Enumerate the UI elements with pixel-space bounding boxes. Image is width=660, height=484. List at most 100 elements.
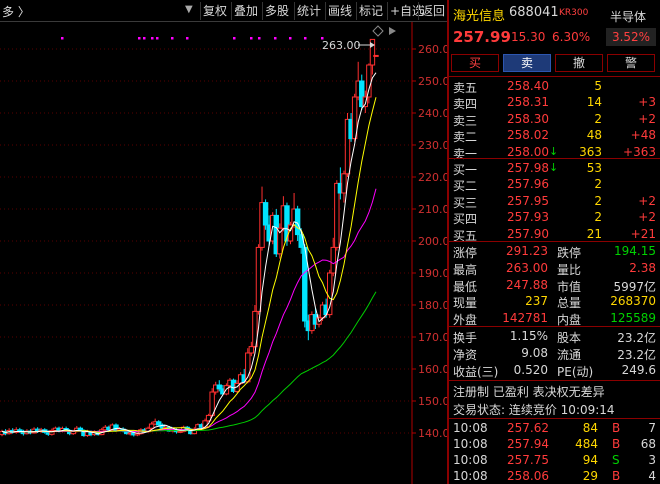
high-annotation: 263.00 bbox=[322, 39, 361, 52]
stat-value: 268370 bbox=[610, 294, 656, 309]
ask-row[interactable]: 卖二 258.02 48 +48 bbox=[449, 127, 660, 144]
adjust-button[interactable]: 复权 bbox=[200, 2, 229, 20]
last-price: 257.99 bbox=[453, 28, 511, 46]
candle-up[interactable] bbox=[330, 246, 336, 274]
multi-stock-button[interactable]: 多股 bbox=[262, 2, 291, 20]
level-price: 257.96 bbox=[507, 177, 549, 192]
stat-value: 263.00 bbox=[506, 260, 548, 275]
stat-row: 最低 247.88 市值 5997亿 bbox=[449, 277, 660, 294]
divider bbox=[449, 326, 660, 327]
stat-value: 5997亿 bbox=[613, 279, 656, 294]
level-volume: 2 bbox=[594, 193, 602, 208]
event-marker[interactable] bbox=[143, 37, 146, 40]
candle-up[interactable] bbox=[373, 54, 379, 57]
tick-time: 10:08 bbox=[453, 469, 488, 483]
price-change: 15.30 bbox=[511, 30, 546, 44]
event-marker[interactable] bbox=[138, 37, 141, 40]
candle-up[interactable] bbox=[366, 64, 372, 98]
kline-chart[interactable]: 140.00 150.0 160.0 170.0 180.0 190.0 200.0 210.… bbox=[0, 22, 448, 484]
stat-value: 291.23 bbox=[506, 244, 548, 258]
tick-price: 257.62 bbox=[507, 421, 549, 435]
event-marker[interactable] bbox=[171, 37, 174, 40]
price-tick-label: 200.0 bbox=[418, 235, 448, 248]
sector-label[interactable]: 半导体 bbox=[610, 8, 646, 25]
event-marker[interactable] bbox=[274, 37, 277, 40]
event-marker[interactable] bbox=[151, 37, 154, 40]
price-tick-label: 160.0 bbox=[418, 363, 448, 376]
bid-row[interactable]: 买四 257.93 2 +2 bbox=[449, 209, 660, 226]
event-marker[interactable] bbox=[304, 37, 307, 40]
event-marker[interactable] bbox=[250, 37, 253, 40]
candle-up[interactable] bbox=[202, 420, 208, 428]
stat-row: 换手 1.15% 股本 23.2亿 bbox=[449, 328, 660, 345]
level-delta: +2 bbox=[638, 193, 656, 208]
stat-label: 最高 bbox=[453, 262, 478, 277]
event-marker[interactable] bbox=[289, 37, 292, 40]
collapse-icon[interactable] bbox=[389, 27, 396, 35]
candle-up[interactable] bbox=[326, 272, 333, 316]
kline-canvas[interactable]: 140.00 150.0 160.0 170.0 180.0 190.0 200.0 210.… bbox=[0, 22, 448, 484]
divider bbox=[449, 76, 660, 77]
price-tick-label: 240.0 bbox=[418, 107, 448, 120]
tick-time: 10:08 bbox=[453, 453, 488, 467]
candle-up[interactable] bbox=[148, 423, 155, 429]
level-price: 257.95 bbox=[507, 193, 549, 208]
bid-row[interactable]: 买一 257.98 ↓ 53 bbox=[449, 160, 660, 177]
candle-up[interactable] bbox=[341, 173, 347, 194]
stat-row: 外盘 142781 内盘 125589 bbox=[449, 310, 660, 327]
candle-down[interactable] bbox=[216, 384, 222, 390]
price-tick-label: 210.0 bbox=[418, 203, 448, 216]
chevron-down-icon[interactable]: ▼ bbox=[185, 4, 195, 16]
price-axis: 140.00 150.0 160.0 170.0 180.0 190.0 200.0 210.… bbox=[411, 22, 448, 484]
level-volume: 14 bbox=[586, 95, 602, 110]
overlay-button[interactable]: 叠加 bbox=[231, 2, 260, 20]
chart-grid bbox=[0, 48, 412, 434]
ask-row[interactable]: 卖三 258.30 2 +2 bbox=[449, 111, 660, 128]
price-tick-label: 190.0 bbox=[418, 267, 448, 280]
tick-time: 10:08 bbox=[453, 437, 488, 451]
sector-change-pct: 3.52% bbox=[606, 28, 656, 46]
candle-down[interactable] bbox=[262, 202, 269, 226]
level-price: 258.00 bbox=[507, 144, 549, 159]
candle-up[interactable] bbox=[255, 246, 262, 312]
price-tick-label: 220.0 bbox=[418, 171, 448, 184]
draw-line-button[interactable]: 画线 bbox=[325, 2, 354, 20]
buy-button[interactable]: 买 bbox=[451, 54, 499, 72]
event-marker[interactable] bbox=[258, 37, 261, 40]
alert-button[interactable]: 警 bbox=[607, 54, 655, 72]
candlesticks bbox=[0, 38, 379, 437]
sell-button[interactable]: 卖 bbox=[503, 54, 551, 72]
ask-row[interactable]: 卖五 258.40 5 bbox=[449, 78, 660, 95]
period-selector[interactable]: 多 〉 bbox=[2, 3, 30, 20]
tick-volume: 484 bbox=[575, 437, 598, 451]
stock-code: 688041 bbox=[509, 5, 559, 20]
event-marker[interactable] bbox=[186, 37, 189, 40]
cancel-order-button[interactable]: 撤 bbox=[555, 54, 603, 72]
event-marker[interactable] bbox=[61, 37, 64, 40]
event-marker[interactable] bbox=[233, 37, 236, 40]
statistics-button[interactable]: 统计 bbox=[294, 2, 323, 20]
stat-value: 23.2亿 bbox=[617, 347, 656, 362]
stat-value: 125589 bbox=[610, 311, 656, 326]
bid-row[interactable]: 买二 257.96 2 bbox=[449, 176, 660, 193]
stat-value: 247.88 bbox=[506, 277, 548, 292]
stat-row: 涨停 291.23 跌停 194.15 bbox=[449, 243, 660, 260]
mark-button[interactable]: 标记 bbox=[356, 2, 385, 20]
bid-row[interactable]: 买三 257.95 2 +2 bbox=[449, 193, 660, 210]
stat-label: 最低 bbox=[453, 279, 478, 294]
event-marker[interactable] bbox=[156, 37, 159, 40]
level-volume: 21 bbox=[586, 226, 602, 241]
level-delta: +363 bbox=[623, 144, 656, 159]
candle-down[interactable] bbox=[294, 208, 301, 236]
ask-row[interactable]: 卖四 258.31 14 +3 bbox=[449, 94, 660, 111]
bid-row[interactable]: 买五 257.90 21 +21 bbox=[449, 226, 660, 243]
tick-side: S bbox=[612, 453, 620, 467]
stat-row: 现量 237 总量 268370 bbox=[449, 293, 660, 310]
level-price: 258.02 bbox=[507, 128, 549, 143]
back-button[interactable]: 返回 bbox=[418, 2, 447, 20]
candle-up[interactable] bbox=[248, 346, 255, 354]
stat-row: 净资 9.08 流通 23.2亿 bbox=[449, 345, 660, 362]
tick-count: 3 bbox=[648, 453, 656, 467]
moving-average-lines bbox=[1, 72, 377, 435]
level-delta: +21 bbox=[630, 226, 656, 241]
